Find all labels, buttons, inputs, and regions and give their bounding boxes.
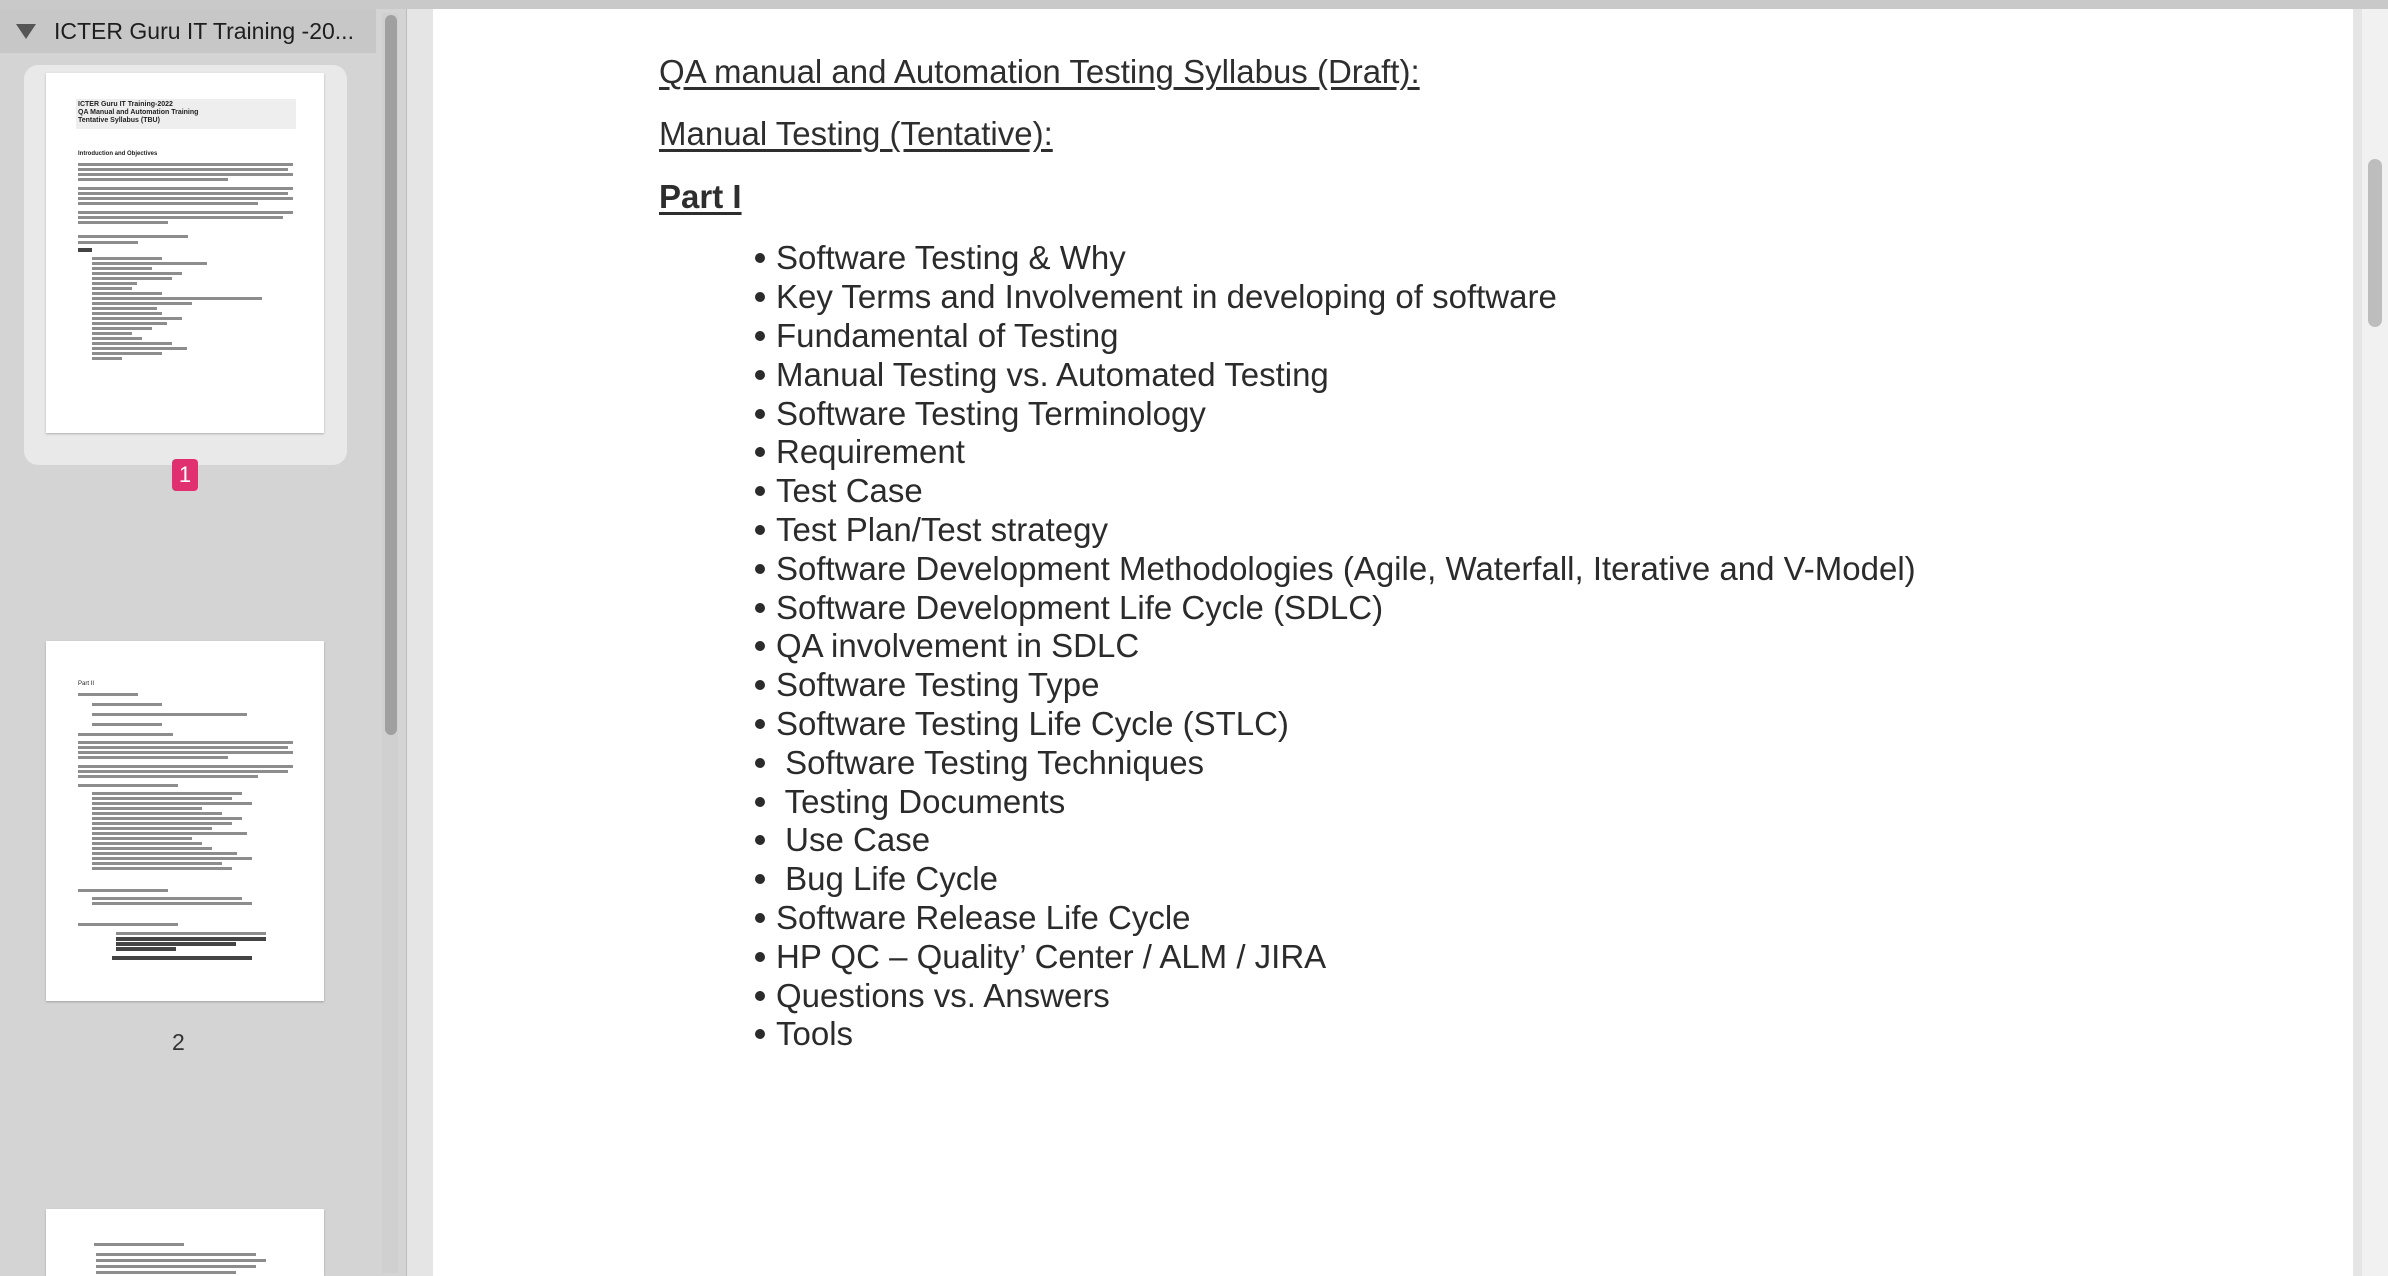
thumbnail-title: ICTER Guru IT Training-2022 QA Manual an… (78, 101, 198, 125)
document-page: QA manual and Automation Testing Syllabu… (433, 9, 2353, 1276)
topic-text: Tools (776, 1015, 854, 1053)
page-thumbnail-2[interactable]: Part II (46, 641, 324, 1001)
topic-list-item: Software Development Methodologies (Agil… (753, 549, 1916, 588)
topic-text: Software Testing Type (776, 666, 1100, 704)
page-number-badge[interactable]: 1 (172, 459, 198, 491)
topic-text: Testing Documents (776, 782, 1066, 820)
bullet-icon (755, 835, 765, 846)
bullet-icon (755, 874, 765, 885)
thumbnail-section: Introduction and Objectives (78, 151, 158, 157)
bullet-icon (755, 641, 765, 652)
topic-list-item: Questions vs. Answers (753, 976, 1916, 1015)
thumbnail-title-line: QA Manual and Automation Training (78, 109, 199, 116)
topic-list-item: Manual Testing vs. Automated Testing (753, 355, 1916, 394)
topic-text: Software Development Life Cycle (SDLC) (776, 588, 1384, 626)
bullet-icon (755, 486, 765, 497)
topic-list-item: Software Testing Life Cycle (STLC) (753, 705, 1916, 744)
topic-text: Bug Life Cycle (776, 860, 998, 898)
topic-list-item: Test Case (753, 472, 1916, 511)
bullet-icon (755, 718, 765, 729)
bullet-icon (755, 447, 765, 458)
document-subheading: Manual Testing (Tentative): (659, 115, 1053, 152)
thumbnail-title-line: Tentative Syllabus (TBU) (78, 117, 160, 124)
disclosure-triangle-icon[interactable] (16, 23, 36, 39)
page-thumbnail-3[interactable] (46, 1209, 324, 1276)
topic-list-item: HP QC – Quality’ Center / ALM / JIRA (753, 937, 1916, 976)
topic-list-item: Software Testing Terminology (753, 394, 1916, 433)
document-heading: QA manual and Automation Testing Syllabu… (659, 53, 1420, 90)
bullet-icon (755, 408, 765, 419)
bullet-icon (755, 292, 765, 303)
topic-text: Requirement (776, 433, 965, 471)
topic-list-item: QA involvement in SDLC (753, 627, 1916, 666)
topic-text: Fundamental of Testing (776, 316, 1119, 354)
bullet-icon (755, 369, 765, 380)
topic-list-item: Software Testing Techniques (753, 743, 1916, 782)
topic-text: Software Release Life Cycle (776, 898, 1191, 936)
bullet-icon (755, 796, 765, 807)
topic-list-item: Test Plan/Test strategy (753, 511, 1916, 550)
topic-list-item: Software Testing & Why (753, 239, 1916, 278)
topic-list-item: Software Development Life Cycle (SDLC) (753, 588, 1916, 627)
bullet-icon (755, 563, 765, 574)
topic-list-item: Bug Life Cycle (753, 860, 1916, 899)
document-scrollbar-thumb[interactable] (2368, 159, 2382, 327)
topic-text: Software Testing Techniques (776, 743, 1205, 781)
bullet-icon (755, 951, 765, 962)
thumbnail-sidebar: ICTER Guru IT Training -20... ICTER Guru… (0, 9, 407, 1276)
topic-text: Questions vs. Answers (776, 976, 1110, 1014)
thumbnail-title-line: ICTER Guru IT Training-2022 (78, 101, 173, 108)
bullet-icon (755, 1029, 765, 1040)
page-number-label[interactable]: 2 (172, 1029, 185, 1056)
topic-list-item: Requirement (753, 433, 1916, 472)
bullet-icon (755, 912, 765, 923)
document-view: QA manual and Automation Testing Syllabu… (407, 9, 2388, 1276)
topic-text: Test Plan/Test strategy (776, 510, 1108, 548)
topic-text: Test Case (776, 472, 923, 510)
page-thumbnail-1[interactable]: ICTER Guru IT Training-2022 QA Manual an… (46, 73, 324, 433)
bullet-icon (755, 990, 765, 1001)
topic-text: Manual Testing vs. Automated Testing (776, 355, 1329, 393)
topic-text: Use Case (776, 821, 931, 859)
topic-list-item: Software Release Life Cycle (753, 899, 1916, 938)
topic-text: Key Terms and Involvement in developing … (776, 278, 1557, 316)
topic-list-item: Testing Documents (753, 782, 1916, 821)
sidebar-document-title: ICTER Guru IT Training -20... (54, 17, 354, 44)
topic-list-item: Software Testing Type (753, 666, 1916, 705)
bullet-icon (755, 253, 765, 264)
bullet-icon (755, 680, 765, 691)
bullet-icon (755, 602, 765, 613)
topic-text: Software Development Methodologies (Agil… (776, 549, 1916, 587)
topic-text: QA involvement in SDLC (776, 627, 1140, 665)
topic-list-item: Key Terms and Involvement in developing … (753, 278, 1916, 317)
bullet-icon (755, 524, 765, 535)
topic-list: Software Testing & Why Key Terms and Invo… (753, 239, 1916, 1054)
topic-list-item: Tools (753, 1015, 1916, 1054)
bullet-icon (755, 330, 765, 341)
sidebar-scrollbar-thumb[interactable] (385, 15, 397, 735)
bullet-icon (755, 757, 765, 768)
topic-text: Software Testing Life Cycle (STLC) (776, 704, 1289, 742)
part-label: Part I (659, 178, 742, 215)
thumbnail-heading: Part II (78, 681, 95, 687)
topic-list-item: Use Case (753, 821, 1916, 860)
sidebar-document-header[interactable]: ICTER Guru IT Training -20... (0, 9, 376, 53)
topic-text: Software Testing Terminology (776, 394, 1206, 432)
topic-list-item: Fundamental of Testing (753, 317, 1916, 356)
topic-text: HP QC – Quality’ Center / ALM / JIRA (776, 937, 1327, 975)
topic-text: Software Testing & Why (776, 239, 1126, 277)
